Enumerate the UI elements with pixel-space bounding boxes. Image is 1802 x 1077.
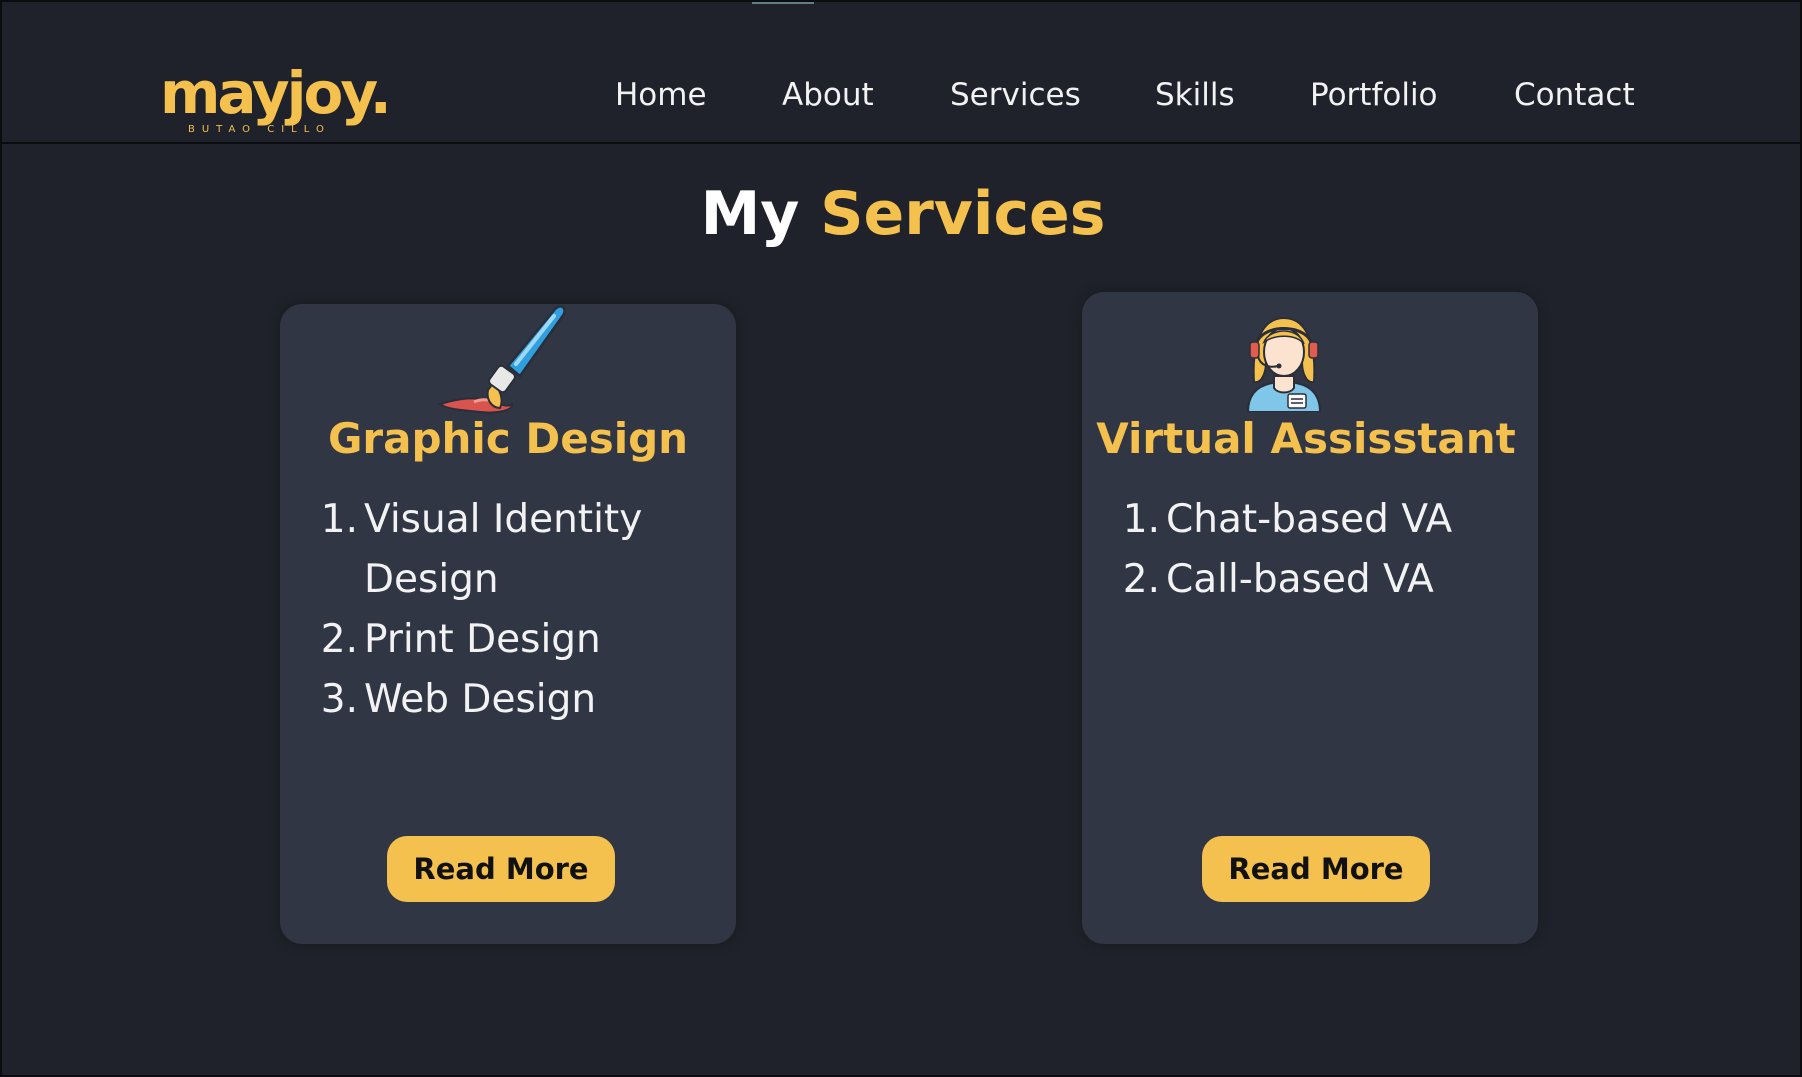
- nav-skills[interactable]: Skills: [1155, 72, 1235, 118]
- virtual-assistant-icon: [1246, 316, 1322, 412]
- nav-portfolio[interactable]: Portfolio: [1310, 72, 1438, 118]
- list-text: Visual Identity Design: [364, 497, 643, 602]
- list-item: 1. Visual Identity Design: [320, 490, 700, 610]
- list-number: 1.: [320, 497, 358, 542]
- read-more-button[interactable]: Read More: [1202, 836, 1430, 902]
- nav-services[interactable]: Services: [950, 72, 1081, 118]
- list-number: 2.: [1122, 557, 1160, 602]
- card-title: Graphic Design: [327, 414, 689, 463]
- list-item: 2. Call-based VA: [1122, 550, 1522, 610]
- services-page: mayjoy. BUTAO CILLO Home About Services …: [0, 0, 1802, 1077]
- logo-wordmark: mayjoy.: [160, 59, 392, 127]
- services-list: 1. Visual Identity Design 2. Print Desig…: [320, 490, 700, 730]
- list-item: 2. Print Design: [320, 610, 700, 670]
- nav-contact[interactable]: Contact: [1514, 72, 1635, 118]
- card-title: Virtual Assisstant: [1096, 414, 1516, 463]
- site-header: mayjoy. BUTAO CILLO Home About Services …: [2, 2, 1800, 144]
- service-card-graphic-design: Graphic Design 1. Visual Identity Design…: [280, 304, 736, 944]
- section-title-accent: Services: [820, 179, 1106, 249]
- list-item: 1. Chat-based VA: [1122, 490, 1522, 550]
- list-number: 3.: [320, 677, 358, 722]
- service-card-virtual-assistant: Virtual Assisstant 1. Chat-based VA 2. C…: [1082, 292, 1538, 944]
- logo[interactable]: mayjoy. BUTAO CILLO: [160, 58, 392, 138]
- nav-home[interactable]: Home: [615, 72, 707, 118]
- list-number: 1.: [1122, 497, 1160, 542]
- list-number: 2.: [320, 617, 358, 662]
- logo-subtext: BUTAO CILLO: [188, 124, 331, 135]
- read-more-button[interactable]: Read More: [387, 836, 615, 902]
- list-item: 3. Web Design: [320, 670, 700, 730]
- list-text: Web Design: [364, 677, 597, 722]
- section-title-prefix: My: [700, 179, 800, 249]
- list-text: Call-based VA: [1166, 557, 1434, 602]
- list-text: Chat-based VA: [1166, 497, 1453, 542]
- paintbrush-icon: [437, 305, 566, 414]
- services-list: 1. Chat-based VA 2. Call-based VA: [1122, 490, 1522, 610]
- list-text: Print Design: [364, 617, 601, 662]
- section-title: My Services: [2, 174, 1802, 254]
- nav-about[interactable]: About: [782, 72, 874, 118]
